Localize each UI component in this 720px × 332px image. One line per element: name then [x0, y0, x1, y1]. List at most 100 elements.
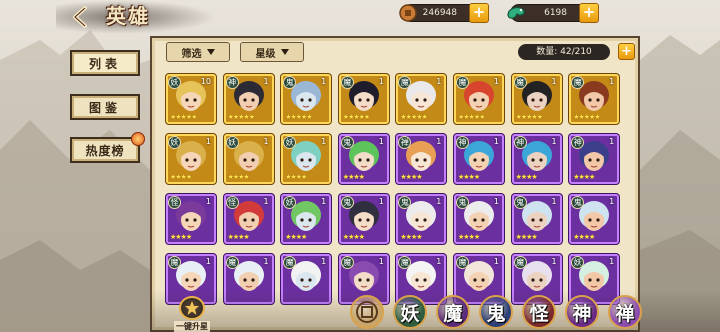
hero-level: 1	[263, 257, 269, 266]
hero-card[interactable]: 怪 1 ★★★★	[166, 194, 216, 244]
hero-stars: ★★★★	[573, 233, 595, 241]
hero-type-badge: 魔	[225, 256, 239, 269]
hero-level: 1	[609, 77, 615, 86]
star-dropdown-label: 星级	[255, 48, 276, 60]
hero-card[interactable]: 神 1 ★★★★★	[223, 74, 274, 124]
hero-level: 1	[378, 77, 384, 86]
hero-level: 1	[436, 77, 442, 86]
hero-level: 1	[321, 77, 327, 86]
hero-card[interactable]: 神 1 ★★★★	[511, 134, 562, 184]
type-filter-shen[interactable]: 神	[565, 295, 599, 329]
hero-card[interactable]: 鬼 1 ★★★★	[338, 134, 389, 184]
hero-card[interactable]: 妖 1 ★★★★	[166, 134, 216, 184]
hero-card[interactable]: 魔 1 ★★★★★	[338, 74, 389, 124]
hero-level: 1	[378, 137, 384, 146]
hero-stars: ★★★★	[400, 173, 422, 181]
hero-card[interactable]: 魔 1 ★★★★★	[511, 74, 562, 124]
hero-level: 1	[436, 257, 442, 266]
type-filter-guai[interactable]: 怪	[522, 295, 556, 329]
hero-type-badge: 魔	[456, 76, 469, 89]
tab-popularity[interactable]: 热度榜	[70, 132, 145, 163]
hero-level: 1	[609, 197, 615, 206]
expand-capacity-button[interactable]: +	[618, 43, 635, 60]
hero-stars: ★★★★★	[573, 113, 600, 121]
hero-card[interactable]: 鬼 1 ★★★★	[338, 194, 389, 244]
caret-down-icon	[280, 49, 289, 55]
type-filter-mo[interactable]: 魔	[436, 295, 470, 329]
hero-level: 1	[551, 77, 557, 86]
hero-type-badge: 妖	[168, 76, 181, 89]
hero-card[interactable]: 妖 1 ★★★★	[223, 134, 274, 184]
hero-card[interactable]: 神 1 ★★★★	[569, 134, 620, 184]
hero-card[interactable]: 魔 1 ★★★★★	[454, 74, 504, 124]
hero-level: 1	[205, 137, 211, 146]
hero-stars: ★★★★★	[227, 113, 255, 121]
hero-type-badge: 神	[456, 136, 469, 149]
jade-plus-button[interactable]: +	[579, 3, 599, 23]
hero-level: 1	[609, 137, 615, 146]
coin-icon	[397, 2, 419, 24]
hero-level: 1	[321, 137, 327, 146]
hero-level: 1	[493, 197, 499, 206]
hero-card[interactable]: 禅 1 ★★★★	[396, 134, 447, 184]
hero-card[interactable]: 魔 1 ★★★★★	[396, 74, 447, 124]
hero-stars: ★★★★	[342, 173, 365, 181]
type-filter-chan[interactable]: 禅	[608, 295, 642, 329]
hero-stars: ★★★★	[170, 173, 192, 181]
hero-type-badge: 神	[225, 76, 239, 89]
hero-stars: ★★★★	[227, 173, 250, 181]
hero-type-badge: 魔	[340, 76, 354, 89]
gold-plus-button[interactable]: +	[469, 3, 489, 23]
hero-level: 1	[551, 197, 557, 206]
hero-type-badge: 魔	[513, 76, 527, 89]
hero-stars: ★★★★★	[285, 113, 312, 121]
gold-currency: 246948 +	[399, 3, 489, 23]
hero-card[interactable]: 妖 1 ★★★★	[281, 194, 332, 244]
one-click-upgrade-button[interactable]: 一键升星	[170, 296, 214, 332]
hero-card[interactable]: 怪 1 ★★★★	[223, 194, 274, 244]
hero-card[interactable]: 鬼 1 ★★★★	[569, 194, 620, 244]
hero-type-badge: 魔	[513, 256, 527, 269]
hero-type-badge: 鬼	[456, 196, 469, 209]
hero-level: 1	[493, 77, 499, 86]
star-dropdown[interactable]: 星级	[240, 42, 304, 62]
hero-card[interactable]: 魔 1 ★★★★★	[569, 74, 620, 124]
upgrade-label: 一键升星	[174, 321, 210, 332]
hero-stars: ★★★★	[342, 233, 365, 241]
hero-card[interactable]: 鬼 1 ★★★★★	[281, 74, 332, 124]
hero-card[interactable]: 妖 10 ★★★★★	[166, 74, 216, 124]
page-title: 英雄	[106, 4, 150, 28]
hero-card[interactable]: 鬼 1 ★★★★	[511, 194, 562, 244]
hero-card[interactable]: 鬼 1 ★★★★	[454, 194, 504, 244]
type-filter-yao[interactable]: 妖	[393, 295, 427, 329]
hero-card[interactable]: 神 1 ★★★★	[454, 134, 504, 184]
type-filter-gui[interactable]: 鬼	[479, 295, 513, 329]
hero-type-badge: 妖	[225, 136, 239, 149]
hero-card[interactable]: 鬼 1 ★★★★	[396, 194, 447, 244]
hero-level: 1	[493, 257, 499, 266]
hero-stars: ★★★★★	[342, 113, 370, 121]
type-filter-all[interactable]	[350, 295, 384, 329]
back-button[interactable]	[66, 4, 96, 30]
hero-level: 1	[321, 197, 327, 206]
filter-dropdown-label: 筛选	[181, 48, 202, 60]
jade-amount: 6198	[544, 8, 567, 18]
hero-stars: ★★★★★	[170, 113, 197, 121]
hero-level: 1	[263, 77, 269, 86]
hero-level: 1	[551, 137, 557, 146]
hero-level: 1	[263, 197, 269, 206]
hero-type-badge: 鬼	[340, 136, 354, 149]
hero-stars: ★★★★	[515, 173, 538, 181]
tab-codex[interactable]: 图鉴	[70, 94, 140, 120]
hero-type-badge: 怪	[225, 196, 239, 209]
caret-down-icon	[206, 49, 215, 55]
filter-dropdown[interactable]: 筛选	[166, 42, 230, 62]
tab-list-label: 列表	[88, 56, 121, 71]
hero-stars: ★★★★★	[515, 113, 543, 121]
hero-stars: ★★★★	[515, 233, 538, 241]
gold-amount: 246948	[422, 8, 457, 18]
tab-list[interactable]: 列表	[70, 50, 140, 76]
hero-stars: ★★★★	[285, 233, 307, 241]
hero-type-badge: 鬼	[513, 196, 527, 209]
hero-card[interactable]: 妖 1 ★★★★	[281, 134, 332, 184]
